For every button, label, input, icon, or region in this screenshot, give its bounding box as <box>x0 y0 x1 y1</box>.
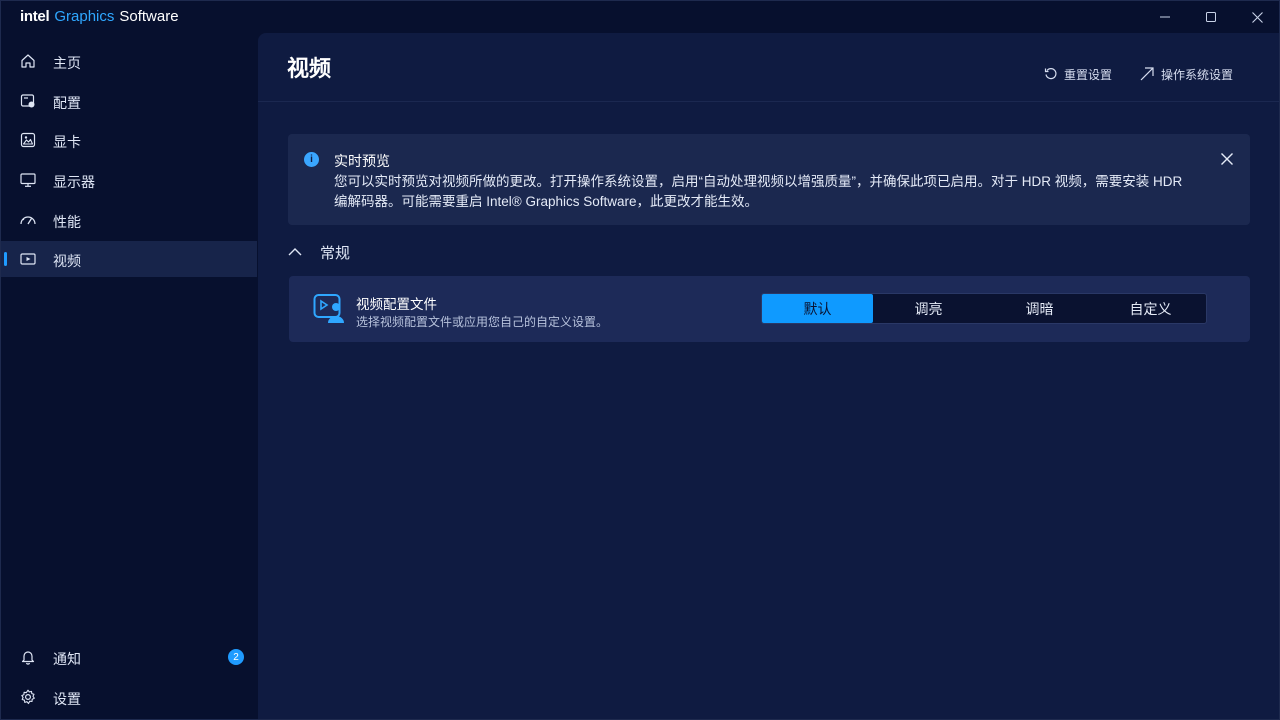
sidebar-item-label: 通知 <box>53 651 81 667</box>
video-profile-icon <box>313 294 344 323</box>
profile-option-custom[interactable]: 自定义 <box>1095 294 1206 323</box>
minimize-icon <box>1160 16 1170 18</box>
sidebar-item-label: 性能 <box>53 214 81 230</box>
reset-settings-label: 重置设置 <box>1064 67 1113 82</box>
profile-option-default[interactable]: 默认 <box>762 294 873 323</box>
page-title: 视频 <box>287 56 332 81</box>
info-banner: i 实时预览 您可以实时预览对视频所做的更改。打开操作系统设置，启用“自动处理视… <box>288 134 1250 225</box>
banner-title: 实时预览 <box>334 153 390 169</box>
sidebar-item-label: 设置 <box>53 691 81 707</box>
sidebar-item-label: 配置 <box>53 95 81 111</box>
banner-text: 您可以实时预览对视频所做的更改。打开操作系统设置，启用“自动处理视频以增强质量”… <box>334 174 1183 209</box>
video-profile-card: 视频配置文件 选择视频配置文件或应用您自己的自定义设置。 默认 调亮 调暗 自定… <box>289 276 1250 342</box>
home-icon <box>19 52 37 70</box>
bell-icon <box>19 648 37 666</box>
section-general-toggle[interactable]: 常规 <box>288 240 350 264</box>
sidebar-item-home[interactable]: 主页 <box>1 43 257 79</box>
gear-icon <box>19 688 37 706</box>
reset-settings-button[interactable]: 重置设置 <box>1044 65 1112 83</box>
notification-count-badge: 2 <box>228 649 244 665</box>
sidebar-item-display[interactable]: 显示器 <box>1 162 257 198</box>
close-icon <box>1251 11 1263 23</box>
sidebar-item-notifications[interactable]: 通知 2 <box>1 639 257 675</box>
sidebar-item-graphics[interactable]: 显卡 <box>1 122 257 158</box>
sidebar-item-label: 显卡 <box>53 134 81 150</box>
video-profile-subtitle: 选择视频配置文件或应用您自己的自定义设置。 <box>356 315 609 329</box>
video-profile-selector: 默认 调亮 调暗 自定义 <box>761 293 1207 324</box>
info-icon: i <box>304 152 319 167</box>
minimize-button[interactable] <box>1142 1 1188 33</box>
sidebar-item-label: 显示器 <box>53 174 95 190</box>
maximize-button[interactable] <box>1188 1 1234 33</box>
reset-icon <box>1044 68 1057 80</box>
brand-intel: intel <box>20 8 50 25</box>
gauge-icon <box>19 211 37 229</box>
video-profile-title: 视频配置文件 <box>356 297 437 312</box>
sidebar-item-video[interactable]: 视频 <box>1 241 257 277</box>
section-title: 常规 <box>320 244 351 262</box>
banner-close-button[interactable] <box>1218 150 1236 168</box>
sidebar-item-label: 视频 <box>53 253 81 269</box>
os-settings-link[interactable]: 操作系统设置 <box>1139 65 1233 83</box>
sidebar-item-performance[interactable]: 性能 <box>1 202 257 238</box>
profile-option-brighten[interactable]: 调亮 <box>873 294 984 323</box>
profile-config-icon <box>19 92 37 110</box>
sidebar-item-label: 主页 <box>53 55 81 71</box>
external-link-icon <box>1140 67 1154 81</box>
sidebar-item-settings[interactable]: 设置 <box>1 679 257 715</box>
chevron-up-icon <box>288 248 302 256</box>
profile-option-darken[interactable]: 调暗 <box>984 294 1095 323</box>
page-header: 视频 重置设置 操作系统设置 <box>258 33 1279 102</box>
title-bar: intel Graphics Software <box>1 1 1279 33</box>
close-icon <box>1221 153 1233 165</box>
graphics-card-icon <box>19 131 37 149</box>
brand-software: Software <box>119 8 179 25</box>
monitor-icon <box>19 171 37 189</box>
main-panel: 视频 重置设置 操作系统设置 i 实时预览 您可以实时预览对视频所做的更改。打开… <box>258 33 1279 719</box>
sidebar: 主页 配置 显卡 显示器 性能 视频 通知 2 设置 <box>1 41 257 720</box>
brand-graphics: Graphics <box>54 8 115 25</box>
app-window: intel Graphics Software 主页 配置 显卡 显示器 性能 … <box>0 0 1280 720</box>
maximize-icon <box>1206 12 1216 22</box>
close-window-button[interactable] <box>1234 1 1280 33</box>
sidebar-item-config[interactable]: 配置 <box>1 83 257 119</box>
video-icon <box>19 250 37 268</box>
app-logo: intel Graphics Software <box>20 8 179 25</box>
os-settings-label: 操作系统设置 <box>1161 67 1234 82</box>
